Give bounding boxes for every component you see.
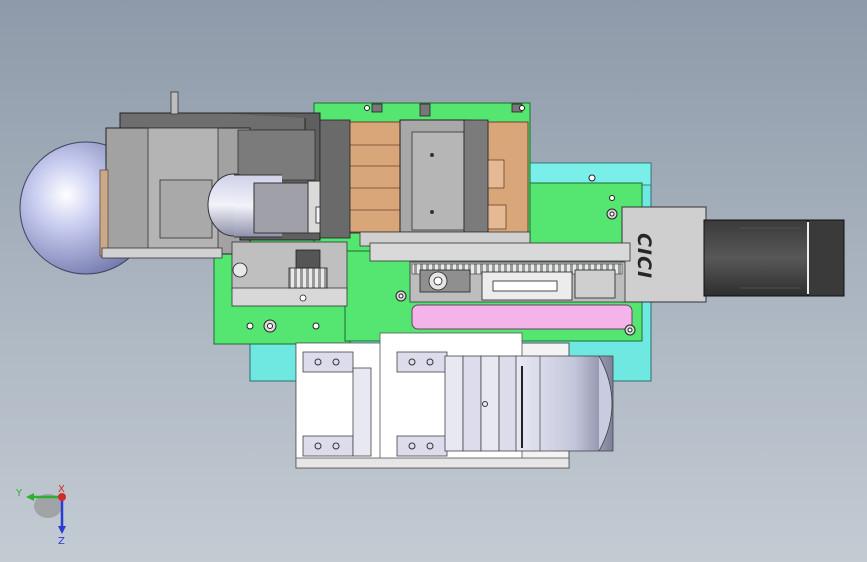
axis-z-label: Z — [58, 536, 65, 547]
cad-viewport[interactable]: CICI Y X Z — [0, 0, 867, 562]
lower-left-gear-rail — [231, 241, 348, 307]
pink-slide-bar — [411, 304, 633, 330]
motor-brand-label: CICI — [633, 233, 655, 279]
axis-y-label: Y — [15, 488, 23, 499]
axis-x-label: X — [58, 484, 65, 495]
stepper-motor: CICI — [621, 206, 845, 303]
coordinate-triad: Y X Z — [15, 484, 66, 547]
assembly-drawing: CICI Y X Z — [15, 91, 845, 547]
cable-chain-bend — [515, 355, 614, 452]
